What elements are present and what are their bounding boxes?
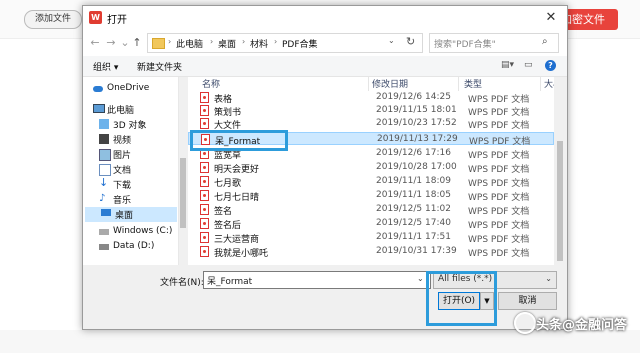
file-row[interactable]: 大文件 2019/10/23 17:52 WPS PDF 文档 [188, 117, 554, 131]
chevron-down-icon: ⌄ [545, 274, 552, 283]
nav-item-this-pc[interactable]: 此电脑 [93, 102, 177, 117]
nav-item-drive-d[interactable]: Data (D:) [99, 240, 178, 255]
nav-item-3d-objects[interactable]: 3D 对象 [99, 117, 178, 132]
column-header-name[interactable]: 名称 [202, 77, 220, 90]
file-row[interactable]: 签名 2019/12/5 11:02 WPS PDF 文档 [188, 203, 554, 217]
drive-icon [99, 229, 109, 235]
scrollbar-thumb[interactable] [557, 141, 563, 261]
help-icon[interactable]: ? [545, 60, 556, 71]
navigation-pane: OneDrive 此电脑 3D 对象 视频 图片 文档 ↓ 下载 ♪ 音乐 桌面… [83, 77, 179, 265]
column-header-size[interactable]: 大小 [544, 77, 554, 90]
download-icon: ↓ [99, 176, 109, 189]
filename-label: 文件名(N): [160, 278, 204, 288]
file-row[interactable]: 签名后 2019/12/5 17:40 WPS PDF 文档 [188, 217, 554, 231]
back-arrow-icon[interactable]: ← [89, 37, 101, 49]
nav-item-music[interactable]: ♪ 音乐 [99, 192, 178, 207]
pdf-file-icon [200, 162, 209, 173]
file-row[interactable]: 三大运营商 2019/11/1 17:51 WPS PDF 文档 [188, 231, 554, 245]
chevron-down-icon[interactable]: ⌄ [417, 274, 424, 283]
file-row[interactable]: 我就是小哪吒 2019/10/31 17:39 WPS PDF 文档 [188, 245, 554, 259]
wps-logo-icon: W [89, 11, 102, 24]
chevron-down-icon[interactable]: ⌄ [388, 36, 395, 45]
search-icon: ⌕ [542, 36, 548, 47]
pdf-file-icon [200, 118, 209, 129]
sort-up-icon: ⌃ [264, 77, 271, 82]
nav-item-documents[interactable]: 文档 [99, 162, 178, 177]
navigation-bar: ← → ⌄ ↑ › 此电脑 › 桌面 › 材料 › PDF合集 ⌄ ↻ 搜索"P… [83, 30, 567, 56]
close-button[interactable]: ✕ [541, 9, 561, 27]
view-options-icon[interactable]: ▤▾ [501, 60, 514, 70]
breadcrumb-pdf-collection[interactable]: PDF合集 [282, 37, 318, 50]
picture-icon [99, 149, 111, 161]
pdf-file-icon [200, 218, 209, 229]
address-bar[interactable]: › 此电脑 › 桌面 › 材料 › PDF合集 ⌄ ↻ [147, 33, 423, 53]
pdf-file-icon [200, 204, 209, 215]
video-icon [99, 134, 109, 144]
nav-item-pictures[interactable]: 图片 [99, 147, 178, 162]
breadcrumb-separator: › [274, 37, 278, 46]
nav-item-videos[interactable]: 视频 [99, 132, 178, 147]
document-icon [99, 164, 111, 176]
nav-item-onedrive[interactable]: OneDrive [93, 82, 177, 97]
column-header-type[interactable]: 类型 [464, 77, 482, 90]
forward-arrow-icon[interactable]: → [105, 37, 117, 49]
file-row[interactable]: 明天会更好 2019/10/28 17:00 WPS PDF 文档 [188, 161, 554, 175]
search-placeholder: 搜索"PDF合集" [434, 40, 496, 50]
file-row[interactable]: 策划书 2019/11/15 18:01 WPS PDF 文档 [188, 104, 554, 118]
breadcrumb-separator: › [242, 37, 246, 46]
pdf-file-icon [200, 232, 209, 243]
file-row[interactable]: 七月歌 2019/11/1 18:09 WPS PDF 文档 [188, 175, 554, 189]
drive-icon [99, 244, 109, 250]
pdf-file-icon [200, 92, 209, 103]
up-arrow-icon[interactable]: ↑ [131, 37, 143, 49]
desktop-icon [101, 209, 111, 216]
open-file-dialog: W 打开 ✕ ← → ⌄ ↑ › 此电脑 › 桌面 › 材料 › PDF合集 ⌄… [82, 5, 568, 330]
file-row[interactable]: 表格 2019/12/6 14:25 WPS PDF 文档 [188, 91, 554, 105]
dialog-title: 打开 [107, 15, 127, 26]
computer-icon [93, 104, 105, 113]
breadcrumb-separator: › [210, 37, 214, 46]
scrollbar-thumb[interactable] [180, 158, 186, 228]
preview-pane-icon[interactable]: ▭ [524, 60, 533, 70]
breadcrumb-this-pc[interactable]: 此电脑 [176, 37, 203, 50]
cancel-button[interactable]: 取消 [498, 292, 557, 310]
navigation-scrollbar[interactable] [179, 78, 187, 264]
breadcrumb-materials[interactable]: 材料 [250, 37, 268, 50]
cloud-icon [93, 86, 103, 92]
nav-item-desktop[interactable]: 桌面 [85, 207, 177, 222]
open-button-highlight-box [426, 271, 497, 326]
column-header-modified[interactable]: 修改日期 [372, 77, 408, 90]
filename-input[interactable]: 呆_Format [203, 271, 431, 289]
search-input[interactable]: 搜索"PDF合集" ⌕ [429, 33, 559, 53]
recent-dropdown-icon[interactable]: ⌄ [119, 37, 131, 49]
cube-icon [99, 119, 109, 129]
selection-highlight-box [190, 130, 288, 151]
column-divider[interactable] [368, 77, 369, 91]
organize-menu[interactable]: 组织 ▾ [93, 60, 118, 73]
watermark-text: 头条@金融问答 [536, 318, 628, 333]
watermark-logo [514, 312, 536, 334]
pdf-file-icon [200, 190, 209, 201]
column-divider[interactable] [458, 77, 459, 91]
file-list-scrollbar[interactable] [555, 77, 565, 265]
column-divider[interactable] [540, 77, 541, 91]
nav-item-downloads[interactable]: ↓ 下载 [99, 176, 178, 192]
app-footer [0, 330, 640, 353]
file-row[interactable]: 七月七日晴 2019/11/1 18:05 WPS PDF 文档 [188, 189, 554, 203]
pdf-file-icon [200, 246, 209, 257]
breadcrumb-separator: › [168, 37, 172, 46]
music-icon: ♪ [99, 193, 106, 204]
dialog-titlebar: W 打开 ✕ [83, 6, 567, 30]
nav-item-drive-c[interactable]: Windows (C:) [99, 225, 178, 240]
new-folder-button[interactable]: 新建文件夹 [137, 60, 182, 73]
add-file-button[interactable]: 添加文件 [24, 10, 82, 29]
pdf-file-icon [200, 105, 209, 116]
breadcrumb-desktop[interactable]: 桌面 [218, 37, 236, 50]
dialog-toolbar: 组织 ▾ 新建文件夹 ▤▾ ▭ ? [83, 56, 567, 77]
pdf-file-icon [200, 176, 209, 187]
refresh-icon[interactable]: ↻ [406, 35, 415, 48]
file-list: 名称 ⌃ 修改日期 类型 大小 表格2019/12/6 14:25WPS PDF… [188, 77, 554, 265]
folder-icon [152, 38, 165, 49]
